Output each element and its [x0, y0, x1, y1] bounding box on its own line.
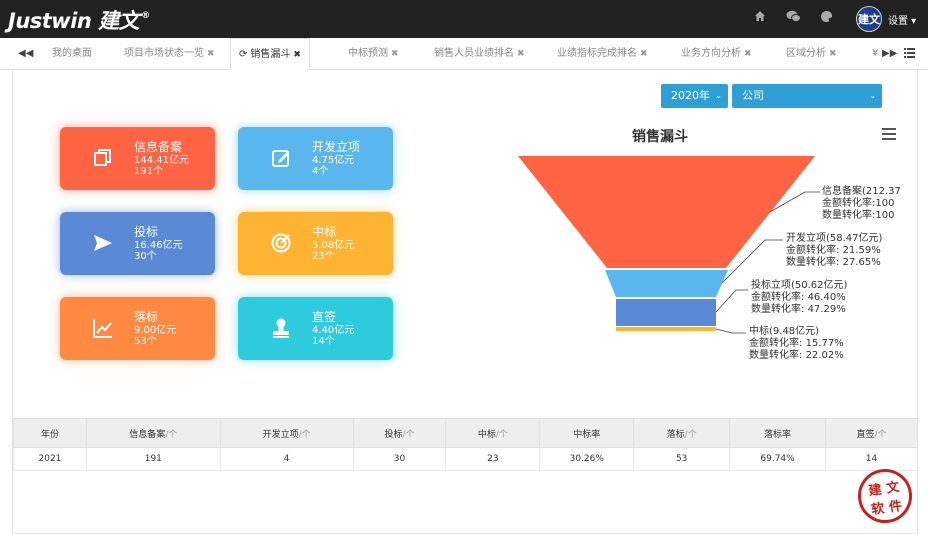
table-cell: 69.74% [729, 447, 827, 471]
funnel-stage-won[interactable] [616, 327, 716, 331]
header-info-registration[interactable]: 信息备案/个 [85, 418, 221, 448]
funnel-label-info-registration: 信息备案(212.37 金额转化率:100 数量转化率:100 [822, 186, 901, 221]
funnel-stage-development[interactable] [605, 270, 728, 297]
funnel-label-won: 中标(9.48亿元) 金额转化率: 15.77% 数量转化率: 22.02% [749, 326, 844, 361]
table-header-row: 年份 信息备案/个 开发立项/个 投标/个 中标/个 中标率 落标/个 落标率 … [13, 418, 918, 448]
table-cell: 30.26% [539, 447, 635, 471]
header-direct-sign[interactable]: 直签/个 [825, 418, 918, 448]
header-year[interactable]: 年份 [13, 418, 87, 448]
header-won[interactable]: 中标/个 [445, 418, 541, 448]
table-row[interactable]: 2021 191 4 30 23 30.26% 53 69.74% 14 [13, 447, 918, 471]
funnel-label-line [715, 328, 746, 334]
funnel-label-development: 开发立项(58.47亿元) 金额转化率: 21.59% 数量转化率: 27.65… [786, 233, 883, 268]
table-cell: 191 [85, 447, 221, 471]
table-cell: 23 [445, 447, 541, 471]
header-lost[interactable]: 落标/个 [633, 418, 731, 448]
header-loss-rate[interactable]: 落标率 [729, 418, 827, 448]
funnel-stage-bidding[interactable] [616, 299, 716, 326]
table-cell: 30 [352, 447, 447, 471]
table-cell: 2021 [13, 447, 87, 471]
summary-table: 年份 信息备案/个 开发立项/个 投标/个 中标/个 中标率 落标/个 落标率 … [13, 418, 918, 471]
header-win-rate[interactable]: 中标率 [539, 418, 635, 448]
funnel-label-bidding: 投标立项(50.62亿元) 金额转化率: 46.40% 数量转化率: 47.29… [751, 280, 848, 315]
table-cell: 14 [825, 447, 918, 471]
table-cell: 53 [633, 447, 731, 471]
header-bidding[interactable]: 投标/个 [352, 418, 447, 448]
funnel-label-line [715, 289, 748, 313]
header-development[interactable]: 开发立项/个 [219, 418, 354, 448]
table-cell: 4 [219, 447, 354, 471]
